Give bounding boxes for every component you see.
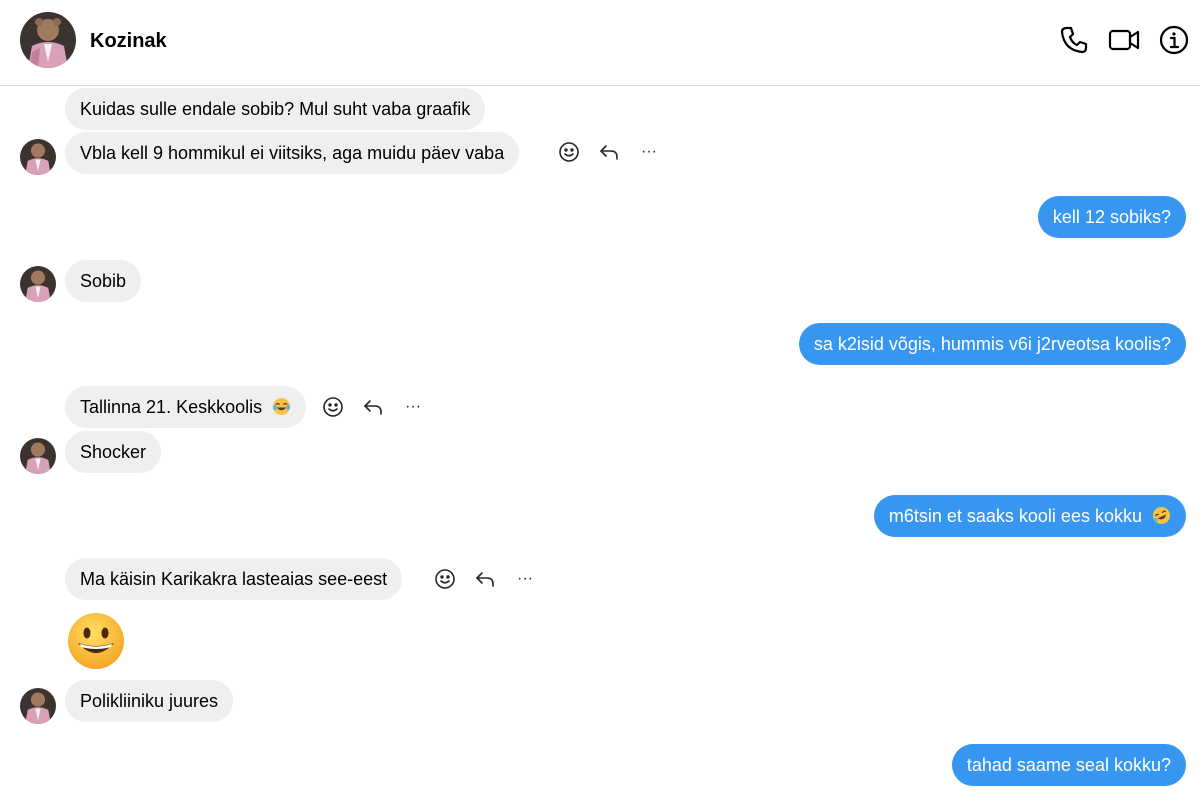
message-text: m6tsin et saaks kooli ees kokku [888,506,1142,526]
contact-name[interactable]: Kozinak [90,29,167,53]
message-bubble-incoming[interactable]: Polikliiniku juures [65,680,234,722]
more-glyph: ··· [517,570,533,587]
message-actions: ··· [557,137,677,167]
message-text: Tallinna 21. Keskkoolis [80,397,263,417]
react-icon[interactable] [321,395,345,419]
reply-icon[interactable] [473,567,497,591]
message-bubble-outgoing[interactable]: sa k2isid võgis, hummis v6i j2rveotsa ko… [798,323,1186,365]
message-actions: ··· [433,564,553,594]
more-icon[interactable]: ··· [637,140,661,164]
contact-avatar-small[interactable] [20,438,56,474]
message-text: tahad saame seal kokku? [966,755,1171,775]
message-bubble-incoming[interactable]: Tallinna 21. Keskkoolis [65,386,307,428]
grinning-face-emoji[interactable] [66,611,126,671]
message-text: sa k2isid võgis, hummis v6i j2rveotsa ko… [813,334,1171,354]
message-bubble-incoming[interactable]: Kuidas sulle endale sobib? Mul suht vaba… [65,88,486,130]
info-icon[interactable] [1158,24,1190,56]
rolling-on-the-floor-laughing-emoji [1152,506,1171,524]
contact-avatar-small[interactable] [20,688,56,724]
message-bubble-outgoing[interactable]: m6tsin et saaks kooli ees kokku [873,495,1186,537]
more-glyph: ··· [641,143,657,160]
message-text: Polikliiniku juures [80,691,219,711]
message-bubble-incoming[interactable]: Sobib [65,260,142,302]
face-with-tears-of-joy-emoji [273,397,291,415]
message-bubble-outgoing[interactable]: tahad saame seal kokku? [951,744,1186,786]
more-icon[interactable]: ··· [513,567,537,591]
contact-avatar[interactable] [20,12,76,68]
chat-header: Kozinak [0,0,1200,86]
message-bubble-incoming[interactable]: Shocker [65,431,162,473]
react-icon[interactable] [557,140,581,164]
reply-icon[interactable] [361,395,385,419]
more-icon[interactable]: ··· [401,395,425,419]
message-text: kell 12 sobiks? [1052,207,1171,227]
message-text: Kuidas sulle endale sobib? Mul suht vaba… [80,99,471,119]
video-call-icon[interactable] [1108,24,1140,56]
reply-icon[interactable] [597,140,621,164]
message-bubble-outgoing[interactable]: kell 12 sobiks? [1037,196,1186,238]
phone-icon[interactable] [1058,24,1090,56]
contact-avatar-small[interactable] [20,139,56,175]
more-glyph: ··· [405,398,421,415]
message-actions: ··· [321,392,441,422]
react-icon[interactable] [433,567,457,591]
message-text: Vbla kell 9 hommikul ei viitsiks, aga mu… [80,143,505,163]
message-text: Sobib [80,271,127,291]
message-text: Shocker [80,442,147,462]
message-bubble-incoming[interactable]: Vbla kell 9 hommikul ei viitsiks, aga mu… [65,132,520,174]
message-text: Ma käisin Karikakra lasteaias see-eest [80,569,388,589]
message-bubble-incoming[interactable]: Ma käisin Karikakra lasteaias see-eest [65,558,403,600]
contact-avatar-small[interactable] [20,266,56,302]
